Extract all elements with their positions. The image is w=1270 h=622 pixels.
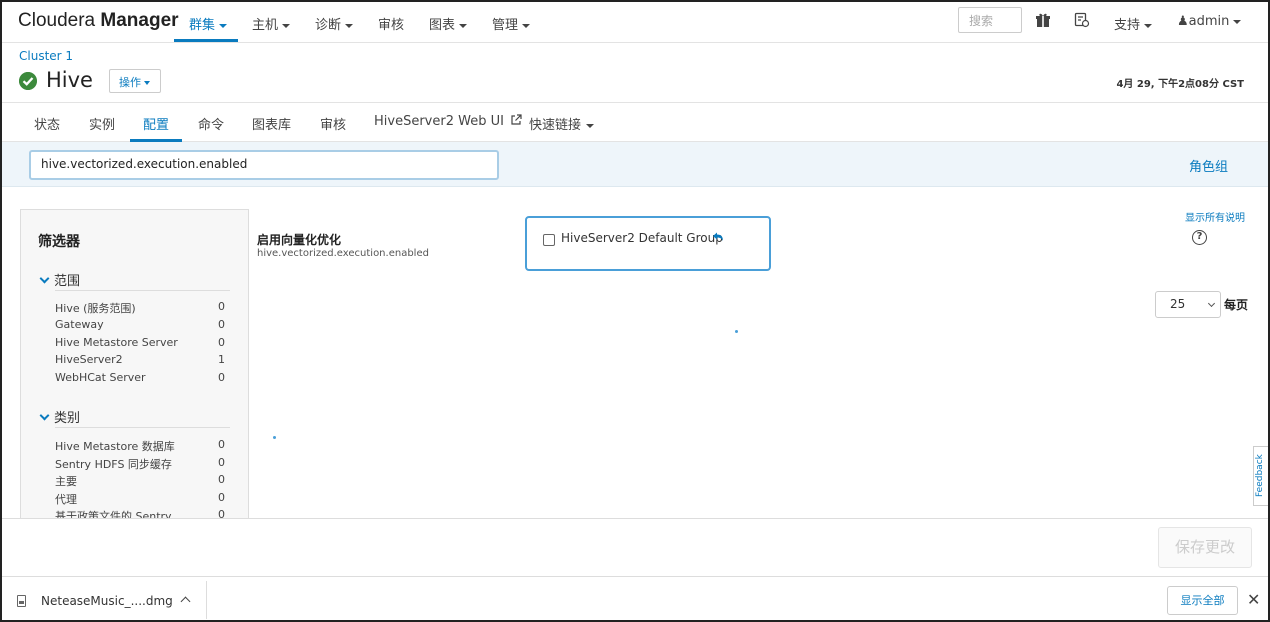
- service-tabs: 状态 实例 配置 命令 图表库 审核 HiveServer2 Web UI 快速…: [2, 102, 1268, 142]
- filter-count: 0: [218, 456, 225, 469]
- top-nav: Cloudera Manager 群集 主机 诊断 审核 图表 管理 搜索 支持…: [2, 2, 1268, 43]
- chevron-down-icon: [1207, 299, 1216, 308]
- global-search-input[interactable]: 搜索: [958, 7, 1022, 33]
- chevron-down-icon: [39, 273, 50, 284]
- external-link-icon: [511, 114, 522, 125]
- property-value-editor: HiveServer2 Default Group: [525, 216, 771, 271]
- tab-quick-links[interactable]: 快速链接: [529, 114, 595, 133]
- support-menu[interactable]: 支持: [1114, 14, 1153, 33]
- gift-icon[interactable]: [1035, 12, 1051, 28]
- caret-down-icon: [144, 81, 150, 85]
- property-key: hive.vectorized.execution.enabled: [257, 248, 429, 259]
- filter-item[interactable]: 代理: [55, 491, 225, 507]
- user-icon: ♟: [1177, 14, 1189, 29]
- filter-section-category[interactable]: 类别: [38, 407, 80, 426]
- nav-hosts[interactable]: 主机: [252, 14, 291, 33]
- file-icon: [17, 595, 26, 607]
- tab-status[interactable]: 状态: [34, 114, 60, 133]
- config-search-bar: hive.vectorized.execution.enabled 角色组: [2, 142, 1268, 187]
- app-window: Cloudera Manager 群集 主机 诊断 审核 图表 管理 搜索 支持…: [0, 0, 1270, 622]
- filter-count: 1: [218, 353, 225, 366]
- close-icon[interactable]: ✕: [1247, 590, 1260, 609]
- caret-down-icon: [1144, 23, 1153, 28]
- filter-item[interactable]: Sentry HDFS 同步缓存: [55, 456, 225, 472]
- nav-admin[interactable]: 管理: [492, 14, 531, 33]
- filter-item[interactable]: WebHCat Server: [55, 371, 225, 384]
- help-icon[interactable]: ?: [1192, 230, 1207, 245]
- chevron-up-icon[interactable]: [180, 596, 191, 607]
- show-all-descriptions-link[interactable]: 显示所有说明: [1185, 209, 1245, 224]
- download-shelf: NeteaseMusic_....dmg 显示全部 ✕: [2, 576, 1268, 620]
- nav-audits[interactable]: 审核: [378, 14, 404, 33]
- save-changes-button[interactable]: 保存更改: [1158, 527, 1252, 568]
- show-all-downloads-button[interactable]: 显示全部: [1167, 586, 1238, 615]
- filter-section-scope[interactable]: 范围: [38, 270, 80, 289]
- property-display-name: 启用向量化优化: [257, 233, 342, 247]
- role-groups-link[interactable]: 角色组: [1189, 156, 1228, 175]
- filter-count: 0: [218, 318, 225, 331]
- actions-dropdown-button[interactable]: 操作: [109, 69, 161, 93]
- caret-down-icon: [522, 23, 531, 28]
- property-checkbox[interactable]: [543, 234, 555, 246]
- filters-title: 筛选器: [38, 234, 80, 250]
- timestamp: 4月 29, 下午2点08分 CST: [1116, 79, 1244, 90]
- tab-configuration[interactable]: 配置: [143, 114, 169, 133]
- filter-item[interactable]: 主要: [55, 473, 225, 489]
- role-group-label[interactable]: HiveServer2 Default Group: [561, 231, 723, 245]
- undo-icon[interactable]: [712, 231, 724, 243]
- caret-down-icon: [345, 23, 354, 28]
- page-title: Hive: [46, 68, 93, 92]
- tab-audits[interactable]: 审核: [320, 114, 346, 133]
- chevron-down-icon: [39, 410, 50, 421]
- feedback-tab[interactable]: Feedback: [1253, 446, 1268, 506]
- download-file-name[interactable]: NeteaseMusic_....dmg: [41, 594, 173, 608]
- loading-dot: [273, 436, 276, 439]
- filter-count: 0: [218, 336, 225, 349]
- tab-commands[interactable]: 命令: [198, 114, 224, 133]
- filters-sidebar: 筛选器 范围 Hive (服务范围) 0 Gateway 0 Hive Meta…: [20, 209, 249, 529]
- caret-down-icon: [1233, 19, 1242, 24]
- caret-down-icon: [282, 23, 291, 28]
- nav-diagnostics[interactable]: 诊断: [315, 14, 354, 33]
- filter-item[interactable]: Gateway: [55, 318, 225, 331]
- loading-dot: [735, 330, 738, 333]
- filter-count: 0: [218, 300, 225, 313]
- per-page-label: 每页: [1224, 298, 1249, 312]
- run-commands-icon[interactable]: [1074, 12, 1090, 28]
- brand-logo[interactable]: Cloudera Manager: [18, 10, 179, 32]
- divider: [206, 581, 207, 619]
- user-menu[interactable]: ♟admin: [1177, 14, 1242, 29]
- status-good-icon: [19, 72, 37, 90]
- filter-item[interactable]: HiveServer2: [55, 353, 225, 366]
- tab-charts-library[interactable]: 图表库: [252, 114, 291, 133]
- breadcrumb-cluster[interactable]: Cluster 1: [19, 49, 73, 63]
- config-search-input[interactable]: hive.vectorized.execution.enabled: [29, 150, 499, 180]
- filter-count: 0: [218, 491, 225, 504]
- filter-count: 0: [218, 371, 225, 384]
- filter-item[interactable]: Hive Metastore Server: [55, 336, 225, 349]
- filter-count: 0: [218, 438, 225, 451]
- nav-charts[interactable]: 图表: [429, 14, 468, 33]
- filter-item[interactable]: Hive (服务范围): [55, 300, 225, 316]
- tab-hiveserver2-webui[interactable]: HiveServer2 Web UI: [374, 114, 522, 129]
- nav-clusters[interactable]: 群集: [189, 14, 228, 33]
- tab-instances[interactable]: 实例: [89, 114, 115, 133]
- filter-count: 0: [218, 473, 225, 486]
- caret-down-icon: [459, 23, 468, 28]
- divider: [55, 290, 230, 291]
- filter-item[interactable]: Hive Metastore 数据库: [55, 438, 225, 454]
- caret-down-icon: [219, 23, 228, 28]
- nav-active-indicator: [174, 39, 238, 42]
- page-size-select[interactable]: 25: [1155, 291, 1221, 318]
- divider: [55, 427, 230, 428]
- caret-down-icon: [586, 123, 595, 128]
- save-footer: 保存更改: [2, 518, 1268, 576]
